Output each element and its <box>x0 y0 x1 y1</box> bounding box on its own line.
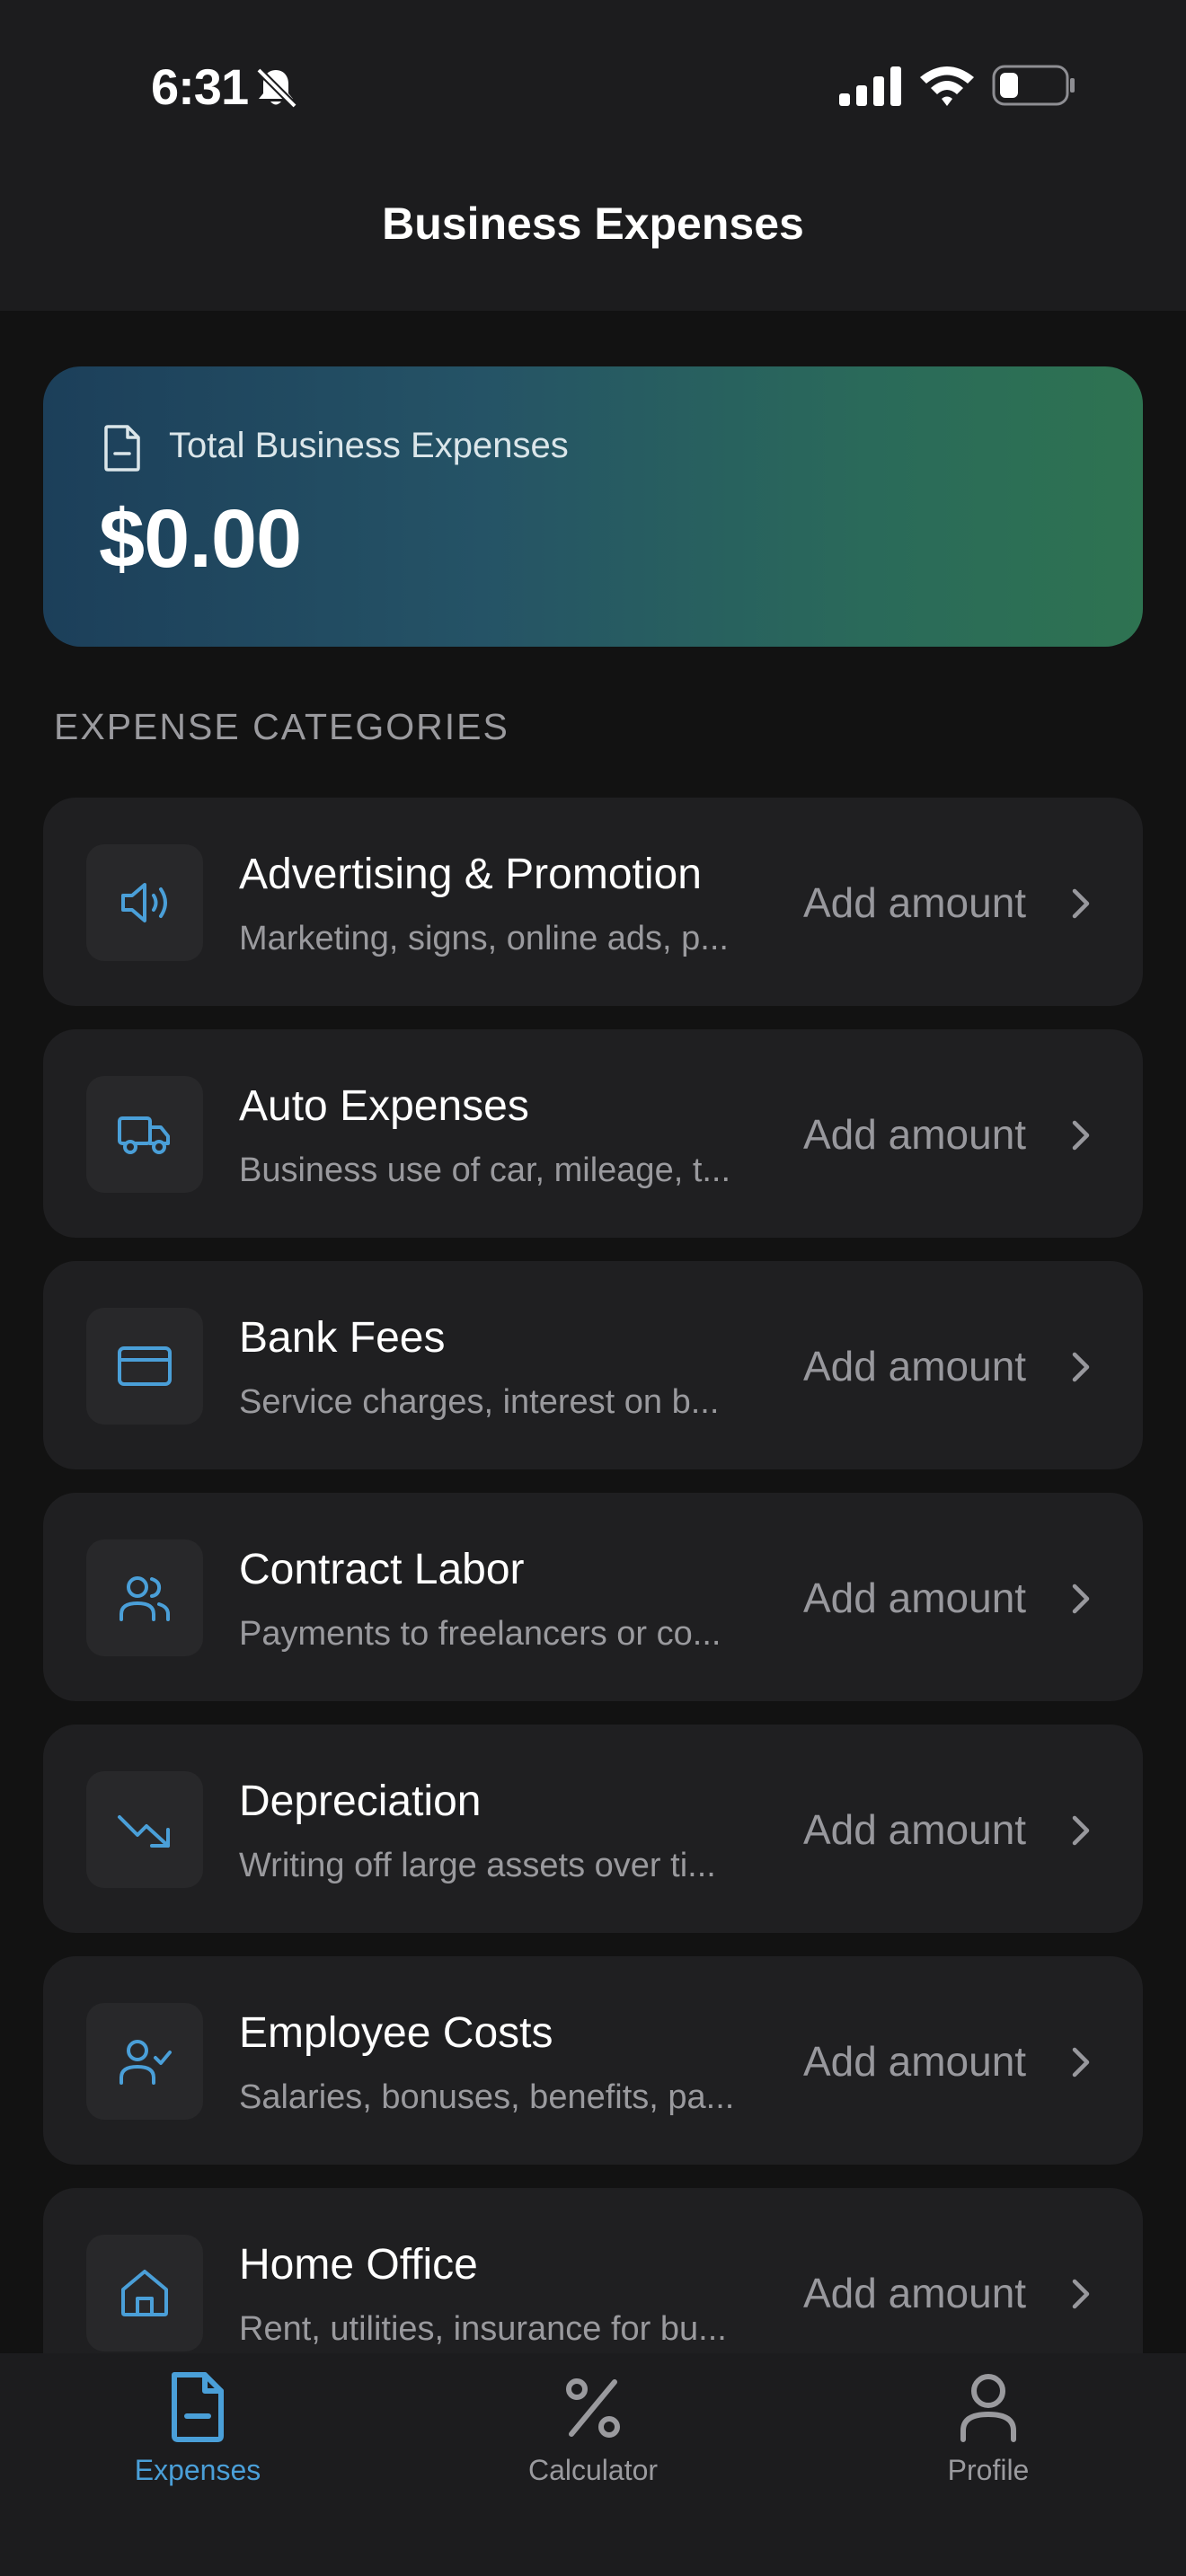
document-icon <box>172 2372 224 2442</box>
chevron-right-icon <box>1072 1352 1090 1382</box>
tab-expenses[interactable]: Expenses <box>63 2353 332 2576</box>
total-value: $0.00 <box>99 493 302 585</box>
user-check-icon <box>119 2040 172 2085</box>
add-amount-button[interactable]: Add amount <box>803 2269 1026 2317</box>
tab-label: Calculator <box>527 2454 659 2486</box>
category-row-depreciation[interactable]: Depreciation Writing off large assets ov… <box>43 1725 1143 1933</box>
category-row-auto[interactable]: Auto Expenses Business use of car, milea… <box>43 1029 1143 1238</box>
row-title: Home Office <box>239 2241 478 2289</box>
chevron-right-icon <box>1072 1120 1090 1151</box>
tab-label: Profile <box>947 2454 1030 2486</box>
row-description: Marketing, signs, online ads, p... <box>239 920 729 957</box>
row-icon-box <box>86 1771 203 1888</box>
wifi-icon <box>920 66 974 106</box>
status-time: 6:31 <box>151 58 249 115</box>
row-description: Writing off large assets over ti... <box>239 1847 716 1884</box>
users-icon <box>119 1576 170 1621</box>
row-title: Depreciation <box>239 1778 482 1825</box>
top-bar: 6:31 Business Expenses <box>0 0 1186 311</box>
row-description: Service charges, interest on b... <box>239 1383 720 1421</box>
truck-icon <box>118 1116 170 1154</box>
total-expenses-card: Total Business Expenses $0.00 <box>43 366 1143 647</box>
add-amount-button[interactable]: Add amount <box>803 1574 1026 1622</box>
row-icon-box <box>86 1076 203 1193</box>
battery-icon <box>992 65 1075 106</box>
row-icon-box <box>86 2003 203 2120</box>
add-amount-button[interactable]: Add amount <box>803 1342 1026 1390</box>
add-amount-button[interactable]: Add amount <box>803 1110 1026 1159</box>
row-title: Advertising & Promotion <box>239 851 702 898</box>
screen: 6:31 Business Expenses Total Business Ex… <box>0 0 1186 2576</box>
row-description: Business use of car, mileage, t... <box>239 1151 731 1189</box>
add-amount-button[interactable]: Add amount <box>803 878 1026 927</box>
document-icon <box>104 425 140 472</box>
total-label: Total Business Expenses <box>169 426 569 465</box>
megaphone-icon <box>121 883 167 922</box>
row-description: Salaries, bonuses, benefits, pa... <box>239 2078 735 2116</box>
row-title: Bank Fees <box>239 1314 446 1362</box>
category-row-contract-labor[interactable]: Contract Labor Payments to freelancers o… <box>43 1493 1143 1701</box>
row-icon-box <box>86 1308 203 1425</box>
category-row-employee-costs[interactable]: Employee Costs Salaries, bonuses, benefi… <box>43 1956 1143 2165</box>
row-description: Payments to freelancers or co... <box>239 1615 721 1653</box>
row-description: Rent, utilities, insurance for bu... <box>239 2310 727 2348</box>
page-title: Business Expenses <box>382 198 804 249</box>
signal-icon <box>839 66 901 106</box>
trending-down-icon <box>118 1815 170 1848</box>
tab-bar: Expenses Calculator Profile <box>0 2353 1186 2576</box>
user-icon <box>960 2374 1016 2442</box>
add-amount-button[interactable]: Add amount <box>803 2037 1026 2086</box>
row-icon-box <box>86 1539 203 1656</box>
tab-profile[interactable]: Profile <box>854 2353 1123 2576</box>
chevron-right-icon <box>1072 1584 1090 1614</box>
row-icon-box <box>86 2235 203 2351</box>
chevron-right-icon <box>1072 2279 1090 2309</box>
chevron-right-icon <box>1072 1815 1090 1846</box>
row-title: Contract Labor <box>239 1546 525 1593</box>
home-icon <box>121 2270 168 2316</box>
row-title: Employee Costs <box>239 2009 553 2057</box>
chevron-right-icon <box>1072 888 1090 919</box>
row-title: Auto Expenses <box>239 1082 529 1130</box>
chevron-right-icon <box>1072 2047 1090 2078</box>
credit-card-icon <box>118 1346 172 1386</box>
bell-slash-icon <box>256 67 297 109</box>
percent-icon <box>566 2378 620 2438</box>
tab-calculator[interactable]: Calculator <box>458 2353 728 2576</box>
row-icon-box <box>86 844 203 961</box>
category-row-bank-fees[interactable]: Bank Fees Service charges, interest on b… <box>43 1261 1143 1469</box>
add-amount-button[interactable]: Add amount <box>803 1805 1026 1854</box>
tab-label: Expenses <box>134 2454 261 2486</box>
category-row-advertising[interactable]: Advertising & Promotion Marketing, signs… <box>43 798 1143 1006</box>
section-header: EXPENSE CATEGORIES <box>54 706 509 747</box>
